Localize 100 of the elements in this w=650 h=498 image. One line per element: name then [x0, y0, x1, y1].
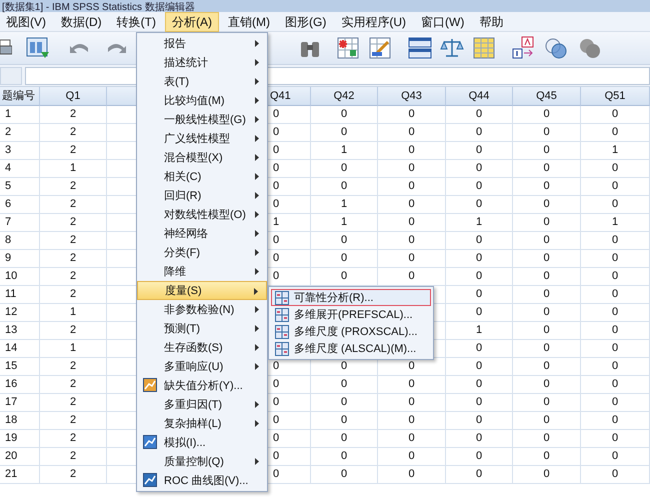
row-number[interactable]: 5 — [5, 180, 12, 192]
row-number[interactable]: 9 — [5, 252, 12, 264]
menu-bar-item[interactable]: 实用程序(U) — [335, 12, 412, 32]
row-number[interactable]: 7 — [5, 216, 12, 228]
table-cell: 2 — [70, 270, 76, 282]
shaded-circles-icon[interactable] — [578, 36, 602, 60]
menu-item[interactable]: 相关(C) — [137, 167, 267, 186]
column-header[interactable]: Q1 — [40, 87, 107, 106]
menu-item[interactable]: ROC 曲线图(V)... — [137, 471, 267, 490]
row-number[interactable]: 15 — [5, 360, 18, 372]
menu-item[interactable]: 生存函数(S) — [137, 338, 267, 357]
select-cases-icon[interactable] — [368, 36, 392, 60]
table-cell: 2 — [70, 288, 76, 300]
row-number[interactable]: 18 — [5, 414, 18, 426]
menu-item[interactable]: 非参数检验(N) — [137, 300, 267, 319]
column-header[interactable]: Q45 — [513, 87, 581, 106]
row-number[interactable]: 2 — [5, 126, 12, 138]
row-number[interactable]: 6 — [5, 198, 12, 210]
table-cell: 2 — [70, 108, 76, 120]
menu-item[interactable]: 可靠性分析(R)... — [271, 289, 431, 306]
table-cell: 0 — [476, 432, 482, 444]
submenu-arrow-icon — [255, 363, 259, 370]
insert-cases-icon[interactable] — [336, 36, 360, 60]
table-cell: 0 — [476, 144, 482, 156]
table-cell: 0 — [340, 396, 348, 408]
row-number[interactable]: 14 — [5, 342, 18, 354]
menu-item[interactable]: 多维尺度 (ALSCAL)(M)... — [271, 340, 431, 357]
column-header[interactable]: Q43 — [378, 87, 446, 106]
submenu-arrow-icon — [255, 97, 259, 104]
table-cell: 1 — [612, 144, 618, 156]
column-header[interactable]: Q51 — [581, 87, 650, 106]
menu-item[interactable]: 回归(R) — [137, 186, 267, 205]
menu-bar-item[interactable]: 图形(G) — [279, 12, 332, 32]
table-cell: 0 — [543, 144, 550, 156]
scales-icon[interactable] — [440, 36, 464, 60]
menu-item[interactable]: 多重响应(U) — [137, 357, 267, 376]
table-cell: 0 — [476, 270, 482, 282]
menu-item[interactable]: 一般线性模型(G) — [137, 110, 267, 129]
cell-name-box[interactable] — [0, 66, 22, 84]
row-number[interactable]: 4 — [5, 162, 12, 174]
split-file-icon[interactable] — [408, 36, 432, 60]
menu-bar-item[interactable]: 视图(V) — [0, 12, 52, 32]
menu-item[interactable]: 对数线性模型(O) — [137, 205, 267, 224]
row-number[interactable]: 21 — [5, 468, 18, 480]
overlapping-circles-icon[interactable] — [544, 36, 568, 60]
menu-item[interactable]: 度量(S) — [137, 281, 267, 300]
menu-item[interactable]: 预测(T) — [137, 319, 267, 338]
table-cell: 0 — [543, 270, 550, 282]
row-number[interactable]: 16 — [5, 378, 18, 390]
menu-item[interactable]: 降维 — [137, 262, 267, 281]
menu-item[interactable]: 广义线性模型 — [137, 129, 267, 148]
menu-bar-item[interactable]: 数据(D) — [55, 12, 108, 32]
menu-bar-item[interactable]: 转换(T) — [110, 12, 162, 32]
table-cell: 0 — [340, 360, 348, 372]
row-number[interactable]: 19 — [5, 432, 18, 444]
menu-item[interactable]: 质量控制(Q) — [137, 452, 267, 471]
row-number[interactable]: 13 — [5, 324, 18, 336]
menu-item[interactable]: 模拟(I)... — [137, 433, 267, 452]
row-number[interactable]: 11 — [5, 288, 16, 300]
submenu-arrow-icon — [255, 192, 259, 199]
labels-icon[interactable] — [512, 36, 536, 60]
menu-item[interactable]: 比较均值(M) — [137, 91, 267, 110]
row-number[interactable]: 20 — [5, 450, 18, 462]
menu-item[interactable]: 多重归因(T) — [137, 395, 267, 414]
table-cell: 0 — [543, 414, 550, 426]
submenu-arrow-icon — [255, 78, 259, 85]
menu-item[interactable]: 多维尺度 (PROXSCAL)... — [271, 323, 431, 340]
column-header[interactable]: Q42 — [311, 87, 378, 106]
menu-item[interactable]: 描述统计 — [137, 53, 267, 72]
menu-bar-item[interactable]: 分析(A) — [165, 12, 219, 32]
row-number[interactable]: 17 — [5, 396, 18, 408]
row-number[interactable]: 8 — [5, 234, 12, 246]
table-cell: 0 — [612, 198, 618, 210]
table-cell: 1 — [612, 216, 618, 228]
row-number[interactable]: 3 — [5, 144, 12, 156]
menu-item[interactable]: 报告 — [137, 34, 267, 53]
menu-item[interactable]: 混合模型(X) — [137, 148, 267, 167]
row-number[interactable]: 12 — [5, 306, 18, 318]
column-header[interactable]: Q41 — [268, 87, 311, 106]
row-number[interactable]: 1 — [5, 108, 12, 120]
submenu-arrow-icon — [255, 116, 259, 123]
menu-bar-item[interactable]: 窗口(W) — [415, 12, 470, 32]
table-cell: 0 — [543, 252, 550, 264]
menu-bar-item[interactable]: 直销(M) — [222, 12, 276, 32]
table-cell: 0 — [543, 360, 550, 372]
menu-item[interactable]: 神经网络 — [137, 224, 267, 243]
submenu-arrow-icon — [255, 40, 259, 47]
table-cell: 0 — [543, 342, 550, 354]
menu-item[interactable]: 复杂抽样(L) — [137, 414, 267, 433]
column-header[interactable]: 题编号 — [0, 87, 40, 106]
value-labels-icon[interactable] — [472, 36, 496, 60]
menu-item[interactable]: 缺失值分析(Y)... — [137, 376, 267, 395]
table-cell: 0 — [340, 432, 348, 444]
menu-bar-item[interactable]: 帮助 — [473, 12, 510, 32]
menu-item[interactable]: 多维展开(PREFSCAL)... — [271, 306, 431, 323]
menu-item[interactable]: 表(T) — [137, 72, 267, 91]
row-number[interactable]: 10 — [5, 270, 18, 282]
menu-item[interactable]: 分类(F) — [137, 243, 267, 262]
data-window-icon[interactable] — [26, 36, 50, 60]
column-header[interactable]: Q44 — [446, 87, 513, 106]
